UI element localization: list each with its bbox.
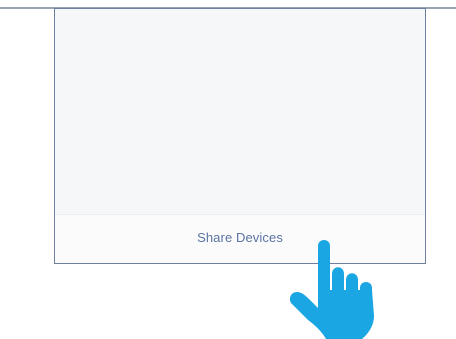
panel-content-area [55,9,425,215]
tap-hand-icon [289,240,374,339]
share-devices-label: Share Devices [197,229,283,245]
share-panel: Share Devices [54,8,426,264]
